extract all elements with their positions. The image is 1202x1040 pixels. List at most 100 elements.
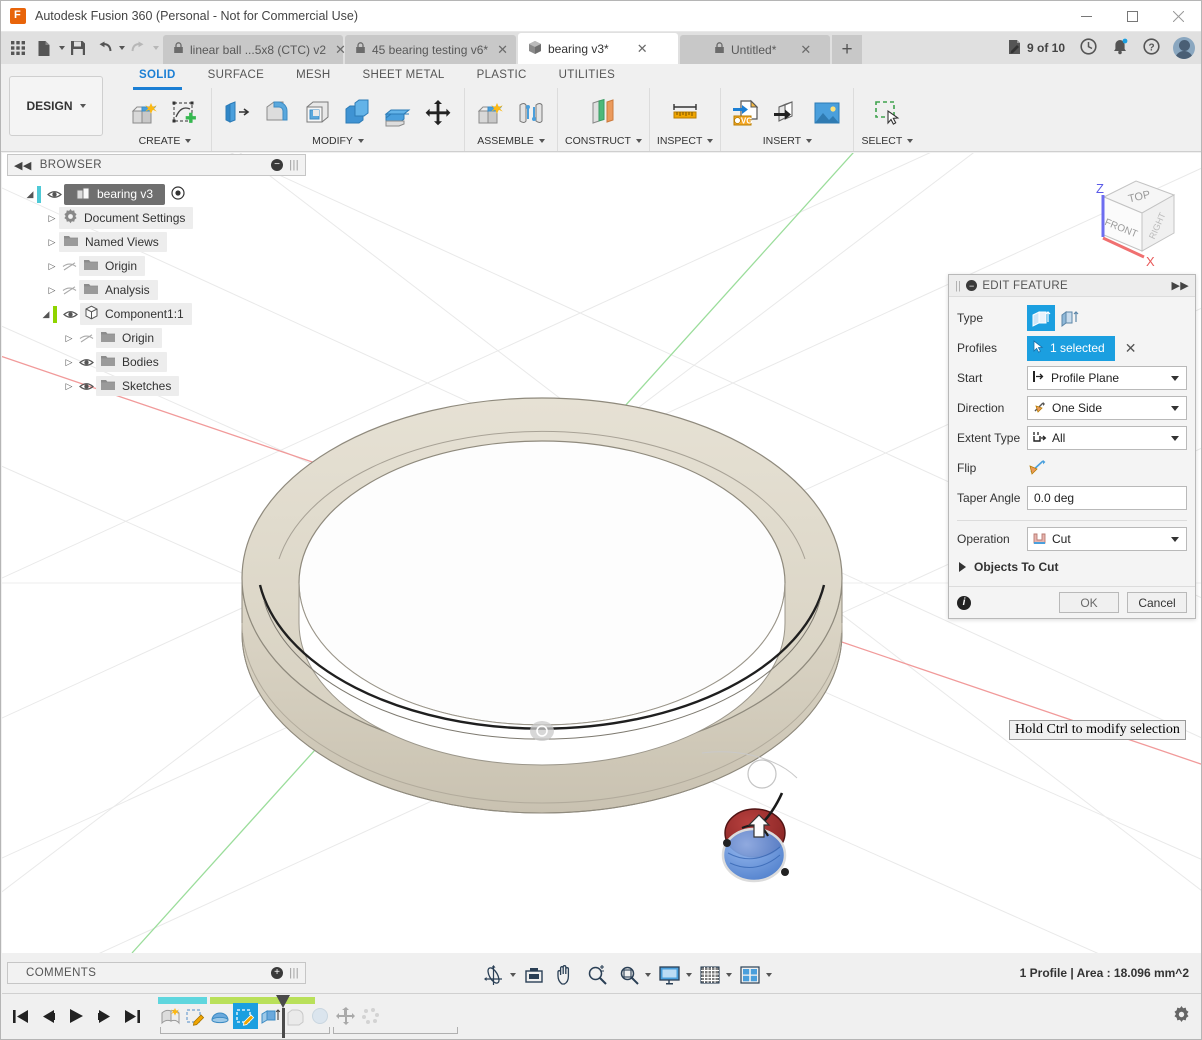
tab-mesh[interactable]: MESH [280, 66, 346, 88]
tab-sheet-metal[interactable]: SHEET METAL [347, 66, 461, 88]
timeline-feature-revolve[interactable] [208, 1003, 233, 1029]
orbit-caret-icon[interactable] [510, 973, 516, 977]
collapse-left-icon[interactable]: ◀◀ [14, 159, 32, 172]
press-pull-icon[interactable] [219, 94, 257, 132]
help-button[interactable]: ? [1137, 33, 1166, 63]
construct-group-label[interactable]: CONSTRUCT [565, 135, 642, 151]
new-sketch-extrude-icon[interactable] [126, 94, 164, 132]
workspace-selector[interactable]: DESIGN [1, 64, 111, 151]
document-tab-untitled[interactable]: Untitled* ✕ [680, 35, 830, 64]
notifications-button[interactable] [1106, 33, 1134, 63]
comments-panel[interactable]: COMMENTS + ||| [7, 962, 306, 984]
direction-dropdown[interactable]: One Side [1027, 396, 1187, 420]
expander-icon[interactable]: ▷ [62, 381, 76, 392]
expander-icon[interactable]: ◢ [39, 309, 53, 320]
combine-icon[interactable] [339, 94, 377, 132]
browser-item-document-settings[interactable]: ▷ Document Settings [7, 206, 306, 230]
zoom-icon[interactable] [585, 962, 609, 988]
new-document-button[interactable] [31, 35, 65, 61]
offset-plane-icon[interactable] [584, 94, 622, 132]
new-document-icon[interactable] [31, 35, 57, 61]
expander-icon[interactable]: ▷ [45, 237, 59, 248]
expander-icon[interactable]: ◢ [23, 189, 37, 200]
design-workspace-button[interactable]: DESIGN [9, 76, 103, 136]
close-icon[interactable]: ✕ [637, 41, 648, 57]
clear-selection-icon[interactable]: ✕ [1125, 340, 1137, 357]
document-tab-45-bearing-testing[interactable]: 45 bearing testing v6* ✕ [345, 35, 516, 64]
skip-end-icon[interactable] [122, 1005, 142, 1027]
extrude-profile-icon[interactable] [1027, 305, 1055, 331]
timeline-feature-move[interactable] [333, 1003, 358, 1029]
joint-icon[interactable] [512, 94, 550, 132]
timeline-feature-sphere[interactable] [308, 1003, 333, 1029]
fillet-icon[interactable] [259, 94, 297, 132]
viewports-icon[interactable] [738, 962, 762, 988]
close-button[interactable] [1155, 1, 1201, 32]
browser-item-named-views[interactable]: ▷ Named Views [7, 230, 306, 254]
expander-icon[interactable]: ▷ [62, 333, 76, 344]
panel-grip-icon[interactable]: ||| [289, 159, 299, 171]
info-icon[interactable]: i [957, 596, 971, 610]
eye-visible-icon[interactable] [60, 309, 80, 320]
undo-icon[interactable] [91, 35, 117, 61]
viewports-caret-icon[interactable] [766, 973, 772, 977]
grid-snap-caret-icon[interactable] [726, 973, 732, 977]
dialog-header[interactable]: || − EDIT FEATURE ▶▶ [949, 275, 1195, 297]
flip-arrow-icon[interactable] [1027, 458, 1047, 479]
expander-icon[interactable]: ▷ [62, 357, 76, 368]
inspect-group-label[interactable]: INSPECT [657, 135, 714, 151]
expander-icon[interactable]: ▷ [45, 285, 59, 296]
panel-grip-icon[interactable]: ||| [289, 967, 299, 979]
dialog-grip-icon[interactable]: || [955, 280, 961, 292]
split-face-icon[interactable] [379, 94, 417, 132]
app-grid-icon[interactable] [5, 35, 31, 61]
insert-image-icon[interactable] [808, 94, 846, 132]
insert-svg-icon[interactable]: SVG [728, 94, 766, 132]
eye-visible-icon[interactable] [44, 189, 64, 200]
modify-group-label[interactable]: MODIFY [312, 135, 364, 151]
start-dropdown[interactable]: Profile Plane [1027, 366, 1187, 390]
select-group-label[interactable]: SELECT [861, 135, 913, 151]
timeline-track[interactable] [158, 994, 383, 1038]
fit-caret-icon[interactable] [645, 973, 651, 977]
new-tab-button[interactable]: + [832, 35, 862, 64]
eye-hidden-icon[interactable] [59, 285, 79, 296]
play-icon[interactable] [66, 1005, 86, 1027]
display-settings-caret-icon[interactable] [686, 973, 692, 977]
document-tab-linear-ball[interactable]: linear ball ...5x8 (CTC) v2 ✕ [163, 35, 343, 64]
expander-icon[interactable]: ▷ [45, 213, 59, 224]
radio-icon[interactable] [171, 186, 185, 203]
step-forward-icon[interactable] [94, 1005, 114, 1027]
browser-item-sketches[interactable]: ▷ Sketches [7, 374, 306, 398]
timeline-feature-extrude-cut[interactable] [233, 1003, 258, 1029]
save-icon[interactable] [65, 35, 91, 61]
tab-utilities[interactable]: UTILITIES [543, 66, 631, 88]
profiles-select-button[interactable]: 1 selected [1027, 336, 1115, 361]
chevron-down-icon[interactable] [1171, 436, 1179, 441]
expander-icon[interactable]: ▷ [45, 261, 59, 272]
undo-button[interactable] [91, 35, 125, 61]
job-status-button[interactable]: 9 of 10 [1000, 33, 1071, 63]
minimize-panel-icon[interactable]: − [271, 159, 283, 171]
shell-icon[interactable] [299, 94, 337, 132]
chevron-down-icon[interactable] [1171, 376, 1179, 381]
new-component-icon[interactable] [472, 94, 510, 132]
cancel-button[interactable]: Cancel [1127, 592, 1187, 613]
viewcube[interactable]: TOP FRONT RIGHT Z X [1074, 165, 1194, 280]
close-icon[interactable]: ✕ [800, 42, 811, 58]
timeline-settings-icon[interactable] [1173, 1006, 1202, 1026]
browser-item-origin[interactable]: ▷ Origin [7, 254, 306, 278]
version-history-button[interactable] [1074, 33, 1103, 63]
chevron-down-icon[interactable] [1171, 537, 1179, 542]
browser-item-analysis[interactable]: ▷ Analysis [7, 278, 306, 302]
assemble-group-label[interactable]: ASSEMBLE [477, 135, 545, 151]
timeline-feature-sketch-edit[interactable] [183, 1003, 208, 1029]
operation-dropdown[interactable]: Cut [1027, 527, 1187, 551]
maximize-button[interactable] [1109, 1, 1155, 32]
browser-item-bearing-v3[interactable]: ◢ bearing v3 [7, 182, 306, 206]
insert-derive-icon[interactable] [768, 94, 806, 132]
expand-triangle-icon[interactable] [959, 562, 966, 572]
chevron-down-icon[interactable] [1171, 406, 1179, 411]
step-back-icon[interactable] [38, 1005, 58, 1027]
eye-hidden-icon[interactable] [76, 333, 96, 344]
